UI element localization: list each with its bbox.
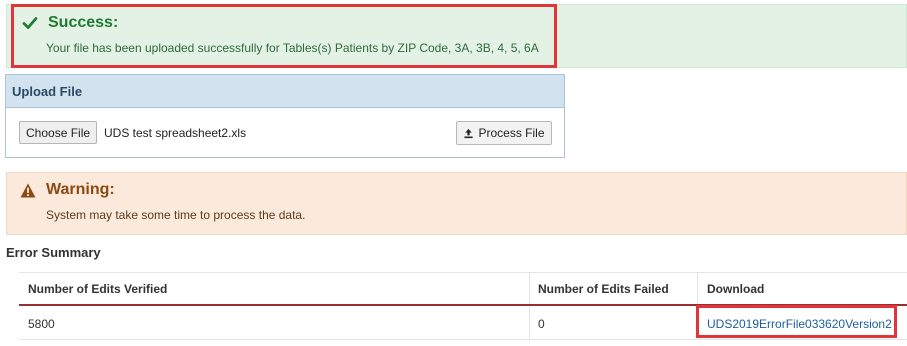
- download-highlight-box: [696, 305, 897, 338]
- upload-panel-header: Upload File: [6, 75, 564, 108]
- column-header-edits-verified: Number of Edits Verified: [28, 282, 168, 296]
- warning-title: Warning:: [46, 181, 115, 198]
- column-header-download: Download: [707, 282, 765, 296]
- warning-triangle-icon: [20, 183, 36, 197]
- warning-heading: Warning:: [20, 181, 115, 199]
- warning-alert: [6, 172, 907, 235]
- selected-file-name: UDS test spreadsheet2.xls: [104, 126, 247, 140]
- process-file-label: Process File: [478, 126, 545, 140]
- choose-file-button[interactable]: Choose File: [19, 121, 98, 144]
- upload-icon: [464, 128, 474, 138]
- warning-message: System may take some time to process the…: [46, 208, 306, 222]
- process-file-button[interactable]: Process File: [456, 121, 552, 145]
- edits-failed-value: 0: [538, 317, 545, 331]
- column-header-edits-failed: Number of Edits Failed: [538, 282, 669, 296]
- success-highlight-box: [11, 4, 557, 68]
- table-header-row: Number of Edits Verified Number of Edits…: [19, 273, 907, 306]
- error-summary-heading: Error Summary: [6, 245, 101, 260]
- upload-file-panel: Upload File Choose File UDS test spreads…: [5, 74, 565, 158]
- edits-verified-value: 5800: [28, 317, 55, 331]
